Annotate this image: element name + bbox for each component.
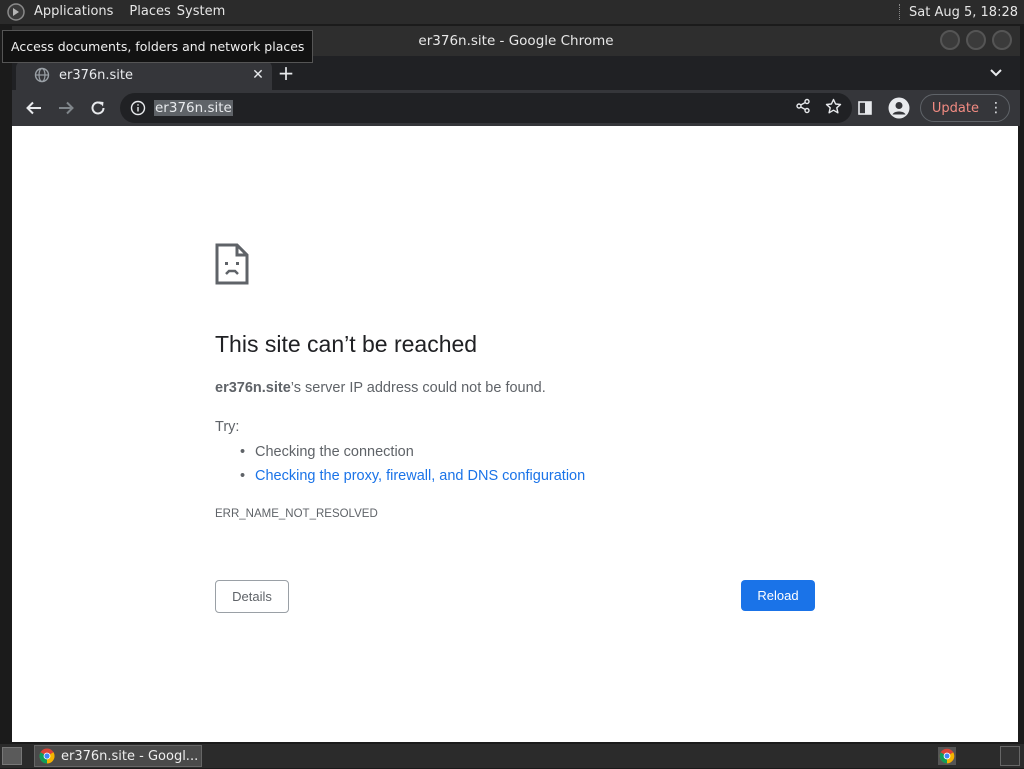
back-button[interactable] (20, 94, 48, 122)
error-code: ERR_NAME_NOT_RESOLVED (215, 508, 378, 520)
details-button[interactable]: Details (215, 580, 289, 613)
show-desktop-button[interactable] (2, 747, 22, 765)
update-label: Update (931, 100, 979, 116)
update-button[interactable]: Update ⋮ (919, 94, 1010, 122)
reload-button[interactable]: Reload (741, 580, 815, 611)
workspace-switcher[interactable] (1000, 746, 1020, 766)
maximize-button[interactable] (966, 30, 986, 50)
tab-active[interactable]: er376n.site ✕ (16, 60, 272, 90)
taskbar-chrome-window[interactable]: er376n.site - Googl... (34, 745, 202, 767)
side-panel-icon[interactable] (852, 100, 878, 116)
page-content: This site can’t be reached er376n.site’s… (12, 126, 1018, 742)
chrome-icon (39, 748, 55, 764)
reload-toolbar-button[interactable] (84, 94, 112, 122)
error-title: This site can’t be reached (215, 331, 478, 357)
tab-search-chevron-icon[interactable] (988, 64, 1004, 80)
tab-title: er376n.site (59, 67, 134, 83)
suggestion-proxy-link[interactable]: Checking the proxy, firewall, and DNS co… (255, 468, 585, 484)
taskbar-task-label: er376n.site - Googl... (61, 748, 199, 764)
bookmark-star-icon[interactable] (825, 98, 842, 119)
browser-toolbar: er376n.site Update ⋮ (12, 90, 1020, 126)
window-title: er376n.site - Google Chrome (418, 33, 614, 49)
share-icon[interactable] (795, 98, 811, 118)
suggestion-item: Checking the proxy, firewall, and DNS co… (240, 464, 585, 488)
globe-icon (34, 67, 50, 83)
error-host: er376n.site (215, 380, 291, 396)
address-bar[interactable]: er376n.site (120, 93, 852, 123)
sad-page-icon (215, 243, 249, 285)
suggestion-item: Checking the connection (240, 440, 585, 464)
profile-avatar-icon[interactable] (884, 97, 914, 119)
error-description-rest: ’s server IP address could not be found. (290, 380, 546, 396)
site-info-icon[interactable] (130, 100, 146, 116)
places-menu[interactable]: Places (129, 0, 170, 24)
applications-menu[interactable]: Applications (34, 0, 113, 24)
new-tab-button[interactable]: + (274, 61, 298, 85)
places-tooltip: Access documents, folders and network pl… (2, 30, 314, 63)
kebab-menu-icon[interactable]: ⋮ (989, 101, 1003, 115)
minimize-button[interactable] (940, 30, 960, 50)
bottom-taskbar: er376n.site - Googl... (0, 744, 1024, 768)
error-description: er376n.site’s server IP address could no… (215, 380, 546, 396)
url-text[interactable]: er376n.site (154, 100, 233, 116)
top-panel: Applications Places System Sat Aug 5, 18… (0, 0, 1024, 24)
system-menu[interactable]: System (177, 0, 225, 24)
suggestion-list: Checking the connection Checking the pro… (240, 440, 585, 488)
tab-close-icon[interactable]: ✕ (250, 67, 266, 83)
clock[interactable]: Sat Aug 5, 18:28 (909, 5, 1018, 20)
tray-chrome-icon[interactable] (938, 747, 956, 765)
suggestion-check-connection: Checking the connection (255, 444, 414, 460)
panel-separator (899, 4, 901, 20)
distro-logo-icon[interactable] (6, 2, 26, 22)
reload-icon (91, 101, 105, 115)
try-label: Try: (215, 419, 240, 435)
forward-button[interactable] (52, 94, 80, 122)
back-arrow-icon (26, 101, 41, 115)
close-window-button[interactable] (992, 30, 1012, 50)
forward-arrow-icon (59, 101, 74, 115)
